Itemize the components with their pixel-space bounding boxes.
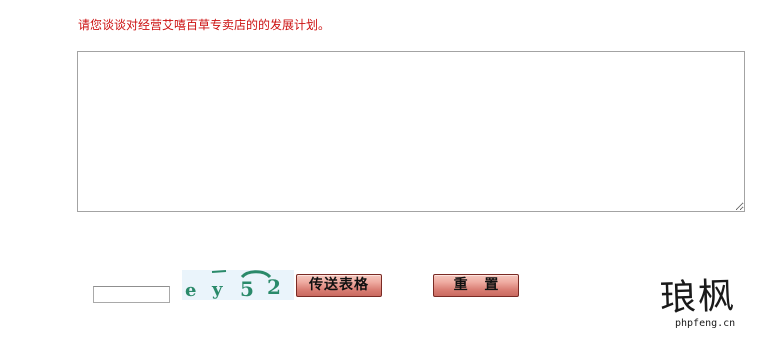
reset-button[interactable]: 重 置 [433,274,519,297]
watermark-logo: 琅枫 phpfeng.cn [659,275,760,338]
captcha-image[interactable]: e y 5 2 [182,270,294,300]
captcha-char: e [185,280,196,300]
captcha-input[interactable] [93,286,170,303]
captcha-char: 2 [267,275,281,299]
watermark-domain: phpfeng.cn [675,318,736,329]
submit-form-button[interactable]: 传送表格 [296,274,382,297]
captcha-char: y [211,279,223,300]
captcha-char: 5 [240,277,254,300]
watermark-chars: 琅枫 [659,275,737,320]
plan-textarea[interactable] [77,51,745,212]
plan-prompt-label: 请您谈谈对经营艾嘻百草专卖店的的发展计划。 [78,18,331,32]
